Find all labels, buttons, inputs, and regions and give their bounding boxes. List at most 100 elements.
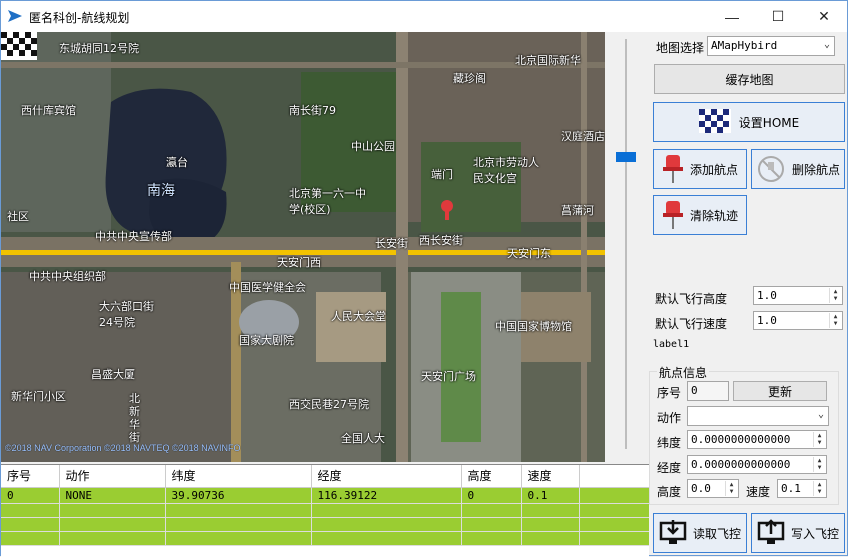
table-cell: 0 xyxy=(461,487,522,504)
column-header[interactable]: 动作 xyxy=(59,465,166,488)
map-label: 端门 xyxy=(431,168,453,181)
map-label: 新华门小区 xyxy=(11,390,66,403)
zoom-slider-track[interactable] xyxy=(625,39,627,449)
map-view[interactable]: 东城胡同12号院 南长街79 北京国际新华 藏珍阁 西什库宾馆 中山公园 端门 … xyxy=(1,32,605,462)
longitude-input[interactable]: 0.0000000000000 ▲ ▼ xyxy=(687,455,827,474)
longitude-value: 0.0000000000000 xyxy=(691,458,791,471)
pushpin-icon xyxy=(662,155,683,183)
map-label: 天安门广场 xyxy=(421,370,476,383)
table-cell xyxy=(579,487,649,504)
latitude-label: 纬度 xyxy=(657,436,682,450)
cache-map-label: 缓存地图 xyxy=(725,72,774,87)
read-fc-button[interactable]: 读取飞控 xyxy=(653,513,747,553)
map-label: 昌盛大厦 xyxy=(91,368,135,381)
spin-arrows-icon[interactable]: ▲ ▼ xyxy=(813,457,825,472)
map-label: 汉庭酒店 xyxy=(561,130,605,143)
set-home-label: 设置HOME xyxy=(738,115,800,130)
latitude-input[interactable]: 0.0000000000000 ▲ ▼ xyxy=(687,430,827,449)
table-header-row: 序号 动作 纬度 经度 高度 速度 xyxy=(1,465,649,488)
map-label: 西长安街 xyxy=(419,234,463,247)
clear-track-button[interactable]: 清除轨迹 xyxy=(653,195,747,235)
altitude-input[interactable]: 0.0 ▲ ▼ xyxy=(687,479,739,498)
column-header[interactable]: 高度 xyxy=(461,465,522,488)
chevron-down-icon: ⌄ xyxy=(817,409,824,420)
spin-arrows-icon[interactable]: ▲ ▼ xyxy=(829,288,841,303)
column-header[interactable]: 纬度 xyxy=(165,465,312,488)
table-cell: NONE xyxy=(59,487,166,504)
altitude-label: 高度 xyxy=(657,485,682,499)
map-label: 中国医学健全会 xyxy=(229,281,306,294)
table-row-empty xyxy=(1,531,649,546)
action-label: 动作 xyxy=(657,411,682,425)
add-waypoint-button[interactable]: 添加航点 xyxy=(653,149,747,189)
spin-arrows-icon[interactable]: ▲ ▼ xyxy=(813,432,825,447)
close-button[interactable]: ✕ xyxy=(801,1,847,32)
map-label: 长安街 xyxy=(375,237,408,250)
map-label: 西什库宾馆 xyxy=(21,104,76,117)
altitude-value: 0.0 xyxy=(691,482,711,495)
map-select-value: AMapHybird xyxy=(711,39,778,52)
map-label: 中共中央宣传部 xyxy=(95,230,172,243)
update-button[interactable]: 更新 xyxy=(733,381,827,401)
map-label: 北京市劳动人民文化宫 xyxy=(473,156,539,185)
map-label: 天安门西 xyxy=(277,256,321,269)
pushpin-off-icon xyxy=(757,156,784,182)
delete-waypoint-button[interactable]: 删除航点 xyxy=(751,149,845,189)
speed-label: 速度 xyxy=(746,485,771,499)
zoom-slider-thumb[interactable] xyxy=(616,152,636,162)
map-label: 全国人大 xyxy=(341,432,385,445)
map-label: 东城胡同12号院 xyxy=(59,42,139,55)
table-cell: 116.39122 xyxy=(311,487,462,504)
map-label: 人民大会堂 xyxy=(331,310,386,323)
speed-input[interactable]: 0.1 ▲ ▼ xyxy=(777,479,827,498)
column-header[interactable]: 速度 xyxy=(521,465,580,488)
read-fc-label: 读取飞控 xyxy=(692,526,741,541)
waypoint-table[interactable]: 序号 动作 纬度 经度 高度 速度 0 NONE 39.90736 116.39… xyxy=(1,464,649,557)
map-label: 中共中央组织部 xyxy=(29,270,106,283)
maximize-button[interactable]: ☐ xyxy=(755,1,801,32)
chevron-down-icon: ⌄ xyxy=(823,39,830,50)
map-select-dropdown[interactable]: AMapHybird ⌄ xyxy=(707,36,835,56)
map-label: 菖蒲河 xyxy=(561,204,594,217)
map-label: 国家大剧院 xyxy=(239,334,294,347)
column-header[interactable]: 经度 xyxy=(311,465,462,488)
table-row-empty xyxy=(1,517,649,532)
map-label: 社区 xyxy=(7,210,29,223)
add-waypoint-label: 添加航点 xyxy=(689,162,738,177)
window-title: 匿名科创-航线规划 xyxy=(29,11,130,25)
waypoint-info-title: 航点信息 xyxy=(657,364,710,381)
home-flag-icon[interactable] xyxy=(1,32,39,62)
write-fc-label: 写入飞控 xyxy=(790,526,839,541)
table-cell: 0.1 xyxy=(521,487,580,504)
map-select-label: 地图选择 xyxy=(656,41,705,55)
seq-field[interactable]: 0 xyxy=(687,381,729,401)
minimize-button[interactable]: — xyxy=(709,1,755,32)
map-label: 北京第一六一中学(校区) xyxy=(289,187,366,216)
spin-arrows-icon[interactable]: ▲ ▼ xyxy=(725,481,737,496)
default-speed-label: 默认飞行速度 xyxy=(655,317,728,331)
default-altitude-input[interactable]: 1.0 ▲ ▼ xyxy=(753,286,843,305)
app-window: 匿名科创-航线规划 — ☐ ✕ 东城胡同12号院 南长街79 北京国际新华 藏珍… xyxy=(0,0,848,557)
table-row[interactable]: 0 NONE 39.90736 116.39122 0 0.1 xyxy=(1,487,649,504)
action-dropdown[interactable]: ⌄ xyxy=(687,406,829,426)
update-label: 更新 xyxy=(767,384,792,399)
title-bar: 匿名科创-航线规划 — ☐ ✕ xyxy=(1,1,847,32)
map-label: 天安门东 xyxy=(507,247,551,260)
map-label: 西交民巷27号院 xyxy=(289,398,369,411)
write-fc-button[interactable]: 写入飞控 xyxy=(751,513,845,553)
map-label: 南长街79 xyxy=(289,104,336,117)
cache-map-button[interactable]: 缓存地图 xyxy=(654,64,845,94)
pushpin-icon xyxy=(662,201,683,229)
seq-label: 序号 xyxy=(657,386,682,400)
label1: label1 xyxy=(653,339,690,350)
map-label: 藏珍阁 xyxy=(453,72,486,85)
spin-arrows-icon[interactable]: ▲ ▼ xyxy=(829,313,841,328)
app-icon xyxy=(8,10,22,22)
seq-value: 0 xyxy=(691,384,698,397)
upload-monitor-icon xyxy=(757,519,785,544)
set-home-button[interactable]: 设置HOME xyxy=(653,102,845,142)
table-row-empty xyxy=(1,503,649,518)
column-header[interactable]: 序号 xyxy=(1,465,60,488)
default-speed-input[interactable]: 1.0 ▲ ▼ xyxy=(753,311,843,330)
spin-arrows-icon[interactable]: ▲ ▼ xyxy=(813,481,825,496)
